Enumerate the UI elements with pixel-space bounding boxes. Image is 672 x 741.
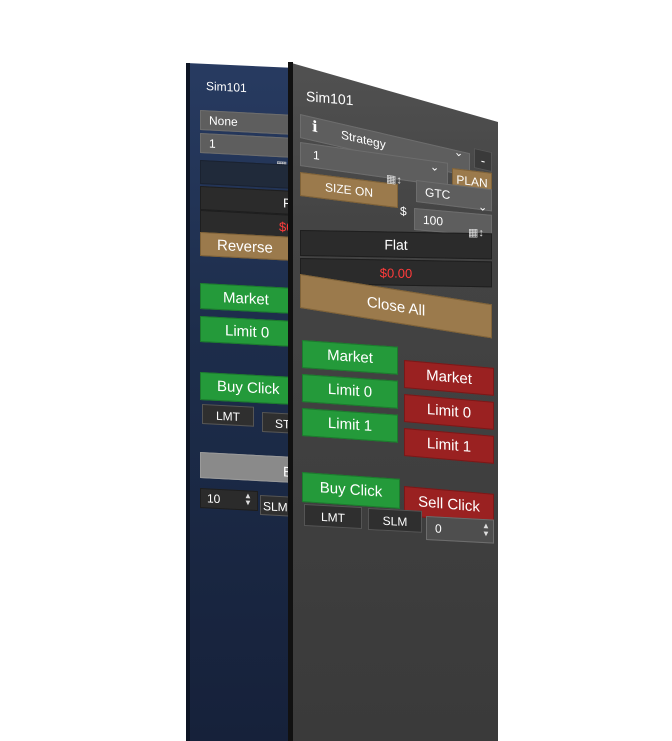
currency-label: $ xyxy=(400,204,407,219)
back-bracket-button[interactable]: Bra xyxy=(200,452,296,484)
back-buy-limit-button[interactable]: Limit 0 xyxy=(200,316,296,348)
offset-stepper-arrows-icon[interactable]: ▲ ▼ xyxy=(482,522,492,541)
front-minus-button[interactable]: - xyxy=(474,148,492,173)
back-stepper-arrows-icon[interactable]: ▲ ▼ xyxy=(244,492,254,509)
front-trading-panel: Sim101 Strategy i ⌄ - 1 ⌄ PLAN SIZE ON ▦… xyxy=(288,0,508,741)
front-slm-button[interactable]: SLM xyxy=(368,508,422,533)
back-panel-edge xyxy=(186,63,190,741)
back-buy-market-button[interactable]: Market xyxy=(200,283,296,315)
position-calculator-icon[interactable]: ▦↕ xyxy=(468,226,494,240)
back-buy-click-button[interactable]: Buy Click xyxy=(200,372,296,406)
strategy-chevron-down-icon[interactable]: ⌄ xyxy=(454,145,468,162)
back-trading-panel: Sim101 None 1 ▦ F $0 Reverse Market Limi… xyxy=(186,0,296,741)
front-position-display: Flat xyxy=(300,230,492,260)
front-lmt-button[interactable]: LMT xyxy=(304,504,362,530)
tif-chevron-down-icon[interactable]: ⌄ xyxy=(478,200,490,213)
quantity-chevron-down-icon[interactable]: ⌄ xyxy=(430,160,444,176)
back-lmt-button[interactable]: LMT xyxy=(202,404,254,427)
front-panel-edge xyxy=(288,62,293,741)
info-icon[interactable]: i xyxy=(312,117,322,137)
size-calculator-icon[interactable]: ▦↕ xyxy=(386,172,414,193)
